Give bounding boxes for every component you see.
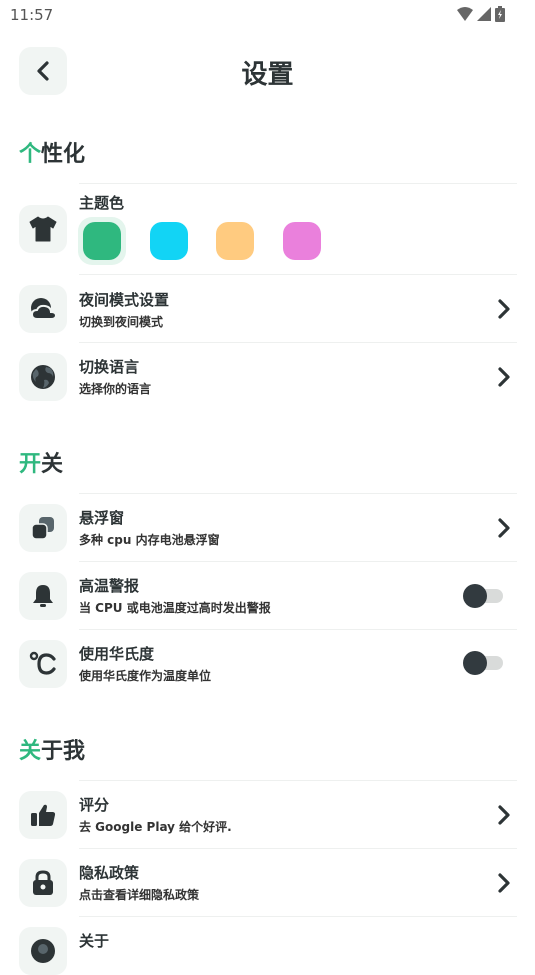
- theme-swatch-cyan[interactable]: [150, 222, 188, 260]
- divider: [79, 274, 517, 275]
- divider: [79, 916, 517, 917]
- night-mode-icon-box: [19, 285, 67, 333]
- chevron-right-icon: [494, 365, 514, 389]
- section-title-rest: 关: [41, 452, 64, 477]
- language-icon-box: [19, 353, 67, 401]
- privacy-icon-box: [19, 859, 67, 907]
- divider: [79, 561, 517, 562]
- night-mode-subtitle: 切换到夜间模式: [79, 315, 164, 329]
- language-subtitle: 选择你的语言: [79, 382, 152, 396]
- overlay-windows-icon: [31, 517, 54, 540]
- section-title-switches: 开关: [19, 446, 63, 478]
- divider: [79, 780, 517, 781]
- high-temp-toggle[interactable]: [463, 583, 503, 609]
- divider: [79, 183, 517, 184]
- section-title-accent: 关: [19, 739, 42, 764]
- theme-color-title: 主题色: [79, 194, 125, 212]
- fahrenheit-icon-box: [19, 640, 67, 688]
- theme-swatch-pink[interactable]: [283, 222, 321, 260]
- section-title-rest: 于我: [41, 739, 86, 764]
- globe-icon: [31, 365, 55, 389]
- high-temp-title: 高温警报: [79, 577, 140, 595]
- user-icon: [31, 939, 55, 963]
- section-title-about: 关于我: [19, 733, 85, 765]
- rating-subtitle: 去 Google Play 给个好评.: [79, 820, 232, 834]
- fahrenheit-subtitle: 使用华氏度作为温度单位: [79, 669, 212, 683]
- privacy-subtitle: 点击查看详细隐私政策: [79, 888, 200, 902]
- rating-icon-box: [19, 791, 67, 839]
- toggle-knob: [463, 651, 487, 675]
- page-title: 设置: [241, 60, 294, 90]
- cellular-signal-icon: [477, 7, 491, 21]
- language-title: 切换语言: [79, 358, 140, 376]
- divider: [79, 848, 517, 849]
- about-icon-box: [19, 927, 67, 975]
- wifi-icon: [457, 7, 473, 21]
- status-bar: 11:57: [0, 0, 535, 30]
- battery-charging-icon: [495, 6, 505, 22]
- theme-icon-box: [19, 205, 67, 253]
- status-time: 11:57: [10, 6, 54, 24]
- chevron-right-icon: [494, 297, 514, 321]
- toggle-knob: [463, 584, 487, 608]
- bell-icon: [33, 585, 53, 607]
- chevron-right-icon: [494, 803, 514, 827]
- rating-title: 评分: [79, 796, 110, 814]
- fahrenheit-toggle[interactable]: [463, 650, 503, 676]
- theme-swatch-green[interactable]: [83, 222, 121, 260]
- night-mode-title: 夜间模式设置: [79, 291, 170, 309]
- about-title: 关于: [79, 932, 110, 950]
- floating-window-icon-box: [19, 504, 67, 552]
- divider: [79, 629, 517, 630]
- lock-icon: [33, 870, 53, 895]
- divider: [79, 493, 517, 494]
- degree-celsius-icon: [29, 651, 56, 675]
- privacy-title: 隐私政策: [79, 864, 140, 882]
- divider: [79, 342, 517, 343]
- section-title-accent: 个: [19, 142, 42, 167]
- section-title-accent: 开: [19, 452, 42, 477]
- section-title-personalization: 个性化: [19, 136, 85, 168]
- section-title-rest: 性化: [41, 142, 86, 167]
- high-temp-subtitle: 当 CPU 或电池温度过高时发出警报: [79, 601, 271, 615]
- theme-swatch-orange[interactable]: [216, 222, 254, 260]
- thumbs-up-icon: [31, 804, 56, 826]
- status-icons: [457, 6, 505, 22]
- high-temp-icon-box: [19, 572, 67, 620]
- chevron-right-icon: [494, 516, 514, 540]
- tshirt-icon: [29, 216, 57, 242]
- cloud-moon-icon: [30, 298, 57, 320]
- fahrenheit-title: 使用华氏度: [79, 645, 155, 663]
- chevron-right-icon: [494, 871, 514, 895]
- floating-window-subtitle: 多种 cpu 内存电池悬浮窗: [79, 533, 220, 547]
- floating-window-title: 悬浮窗: [79, 509, 125, 527]
